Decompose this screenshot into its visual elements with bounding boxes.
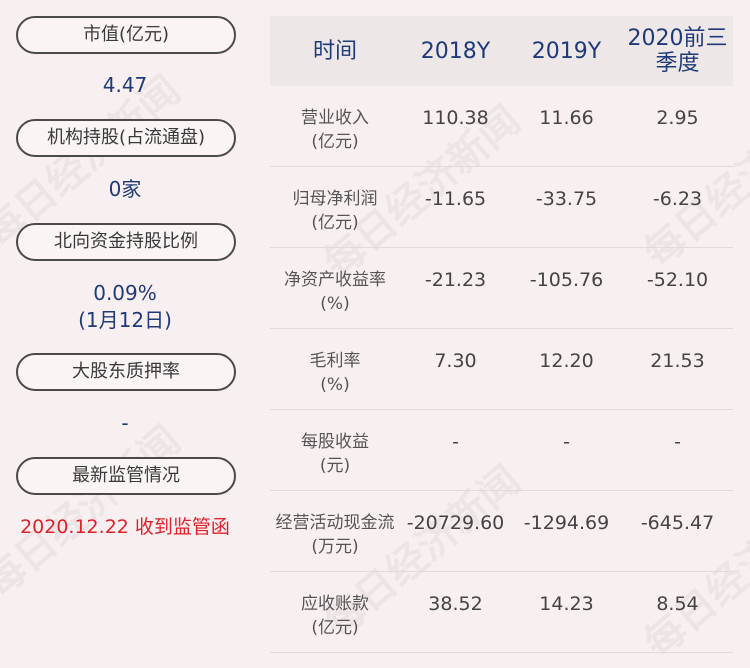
row-value-cell: 8.54 <box>622 571 733 653</box>
stock-summary-panel: 市值(亿元) 4.47 机构持股(占流通盘) 0家 北向资金持股比例 0.09%… <box>0 0 250 667</box>
institutional-holding-label: 机构持股(占流通盘) <box>16 119 236 157</box>
table-header-row: 时间 2018Y 2019Y 2020前三季度 <box>270 16 733 86</box>
row-label: 每股收益 <box>301 432 369 452</box>
table-row: 营业收入 (亿元) 110.38 11.66 2.95 <box>270 86 733 167</box>
row-unit: (%) <box>320 375 350 395</box>
row-unit: (万元) <box>311 537 359 557</box>
header-2019y: 2019Y <box>511 16 622 86</box>
header-2020q3: 2020前三季度 <box>622 16 733 86</box>
row-value-cell: 12.20 <box>511 328 622 410</box>
row-label: 应收账款 <box>301 594 369 614</box>
table-row: 毛利率 (%) 7.30 12.20 21.53 <box>270 328 733 410</box>
row-value-cell: 2.95 <box>622 86 733 167</box>
row-value-cell: -645.47 <box>622 490 733 572</box>
row-unit: (元) <box>319 456 351 476</box>
row-value-cell: -105.76 <box>511 247 622 329</box>
financial-table-panel: 时间 2018Y 2019Y 2020前三季度 营业收入 (亿元) 110.38 11… <box>270 16 733 653</box>
row-value-cell: 110.38 <box>400 86 511 167</box>
row-value-cell: 21.53 <box>622 328 733 410</box>
row-value-cell: - <box>511 409 622 491</box>
market-cap-label: 市值(亿元) <box>16 16 236 54</box>
regulation-value: 2020.12.22 收到监管函 <box>20 516 230 538</box>
header-period: 时间 <box>270 16 400 86</box>
row-unit: (亿元) <box>311 132 359 152</box>
header-2018y: 2018Y <box>400 16 511 86</box>
market-cap-value: 4.47 <box>102 73 148 97</box>
row-label-cell: 毛利率 (%) <box>270 328 400 410</box>
row-label-cell: 归母净利润 (亿元) <box>270 166 400 248</box>
regulation-label: 最新监管情况 <box>16 457 236 495</box>
table-row: 归母净利润 (亿元) -11.65 -33.75 -6.23 <box>270 166 733 248</box>
row-value-cell: -1294.69 <box>511 490 622 572</box>
pledge-ratio-value: - <box>121 411 129 435</box>
row-value-cell: 14.23 <box>511 571 622 653</box>
row-unit: (亿元) <box>311 213 359 233</box>
table-row: 每股收益 (元) - - - <box>270 409 733 491</box>
northbound-ratio-date: (1月12日) <box>78 308 172 332</box>
row-label-cell: 经营活动现金流 (万元) <box>270 490 400 572</box>
financial-table: 时间 2018Y 2019Y 2020前三季度 营业收入 (亿元) 110.38 11… <box>270 16 733 653</box>
row-value-cell: 11.66 <box>511 86 622 167</box>
row-value-cell: -11.65 <box>400 166 511 248</box>
row-value-cell: -20729.60 <box>400 490 511 572</box>
table-row: 经营活动现金流 (万元) -20729.60 -1294.69 -645.47 <box>270 490 733 572</box>
row-label: 毛利率 <box>309 351 361 371</box>
row-label: 归母净利润 <box>292 189 378 209</box>
row-label-cell: 净资产收益率 (%) <box>270 247 400 329</box>
row-value-cell: - <box>622 409 733 491</box>
row-label-cell: 应收账款 (亿元) <box>270 571 400 653</box>
pledge-ratio-label: 大股东质押率 <box>16 353 236 391</box>
row-value-cell: - <box>400 409 511 491</box>
row-label: 净资产收益率 <box>284 270 386 290</box>
row-value-cell: -33.75 <box>511 166 622 248</box>
row-unit: (亿元) <box>311 618 359 638</box>
row-value-cell: -21.23 <box>400 247 511 329</box>
row-label-cell: 营业收入 (亿元) <box>270 86 400 167</box>
northbound-ratio-label: 北向资金持股比例 <box>16 223 236 261</box>
row-value-cell: -6.23 <box>622 166 733 248</box>
row-value-cell: -52.10 <box>622 247 733 329</box>
row-label-cell: 每股收益 (元) <box>270 409 400 491</box>
institutional-holding-value: 0家 <box>108 177 142 201</box>
row-value-cell: 7.30 <box>400 328 511 410</box>
row-unit: (%) <box>320 294 350 314</box>
table-row: 应收账款 (亿元) 38.52 14.23 8.54 <box>270 571 733 653</box>
row-value-cell: 38.52 <box>400 571 511 653</box>
northbound-ratio-value: 0.09% <box>93 281 157 305</box>
row-label: 经营活动现金流 <box>275 513 395 533</box>
row-label: 营业收入 <box>301 108 369 128</box>
table-row: 净资产收益率 (%) -21.23 -105.76 -52.10 <box>270 247 733 329</box>
